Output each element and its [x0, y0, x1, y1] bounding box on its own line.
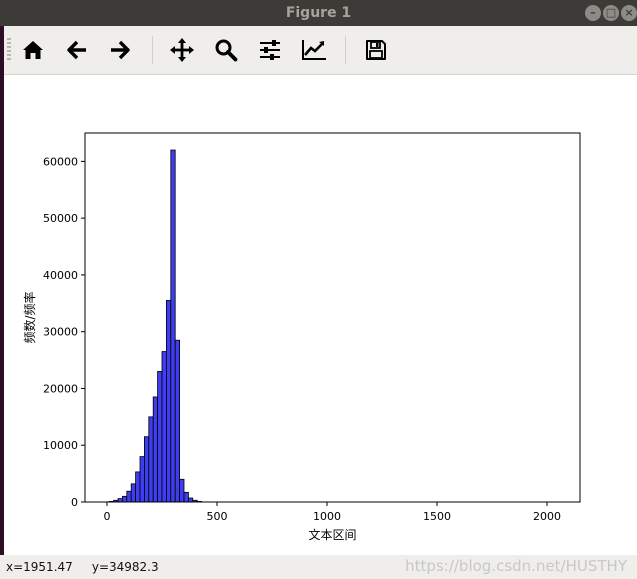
- line-chart-icon: [302, 40, 326, 60]
- x-axis-label: 文本区间: [308, 527, 356, 542]
- forward-button[interactable]: [105, 35, 135, 65]
- status-bar: x=1951.47 y=34982.3 https://blog.csdn.ne…: [0, 555, 637, 579]
- save-button[interactable]: [361, 35, 391, 65]
- histogram-bar: [122, 495, 128, 503]
- toolbar-separator: [152, 36, 153, 64]
- window-title: Figure 1: [285, 5, 352, 21]
- minimize-button[interactable]: –: [585, 5, 601, 21]
- histogram-bar: [139, 456, 145, 503]
- x-tick-label: 500: [207, 510, 228, 523]
- move-arrows-icon: [170, 38, 194, 62]
- x-tick-label: 0: [104, 510, 111, 523]
- figure-canvas[interactable]: 0 500 1000 1500 2000 0 10000 20000 30000 40000 500…: [4, 75, 637, 555]
- y-tick-label: 20000: [43, 382, 78, 395]
- edit-axis-button[interactable]: [299, 35, 329, 65]
- histogram-bar: [170, 149, 176, 503]
- sliders-icon: [260, 40, 280, 60]
- histogram-bar: [130, 483, 136, 503]
- y-tick-label: 0: [71, 496, 78, 509]
- histogram-bar: [165, 300, 172, 503]
- watermark-text: https://blog.csdn.net/HUSTHY: [405, 557, 627, 575]
- toolbar-separator: [345, 36, 346, 64]
- histogram-bar: [161, 351, 167, 503]
- back-button[interactable]: [62, 35, 92, 65]
- cursor-coordinates: x=1951.47 y=34982.3: [6, 560, 159, 574]
- home-button[interactable]: [18, 35, 48, 65]
- navigation-toolbar: [4, 26, 637, 75]
- histogram-bar: [179, 478, 185, 503]
- histogram-bar: [152, 396, 158, 503]
- histogram-bar: [187, 497, 194, 503]
- maximize-button[interactable]: □: [603, 5, 619, 21]
- arrow-left-icon: [67, 40, 86, 60]
- zoom-button[interactable]: [211, 35, 241, 65]
- floppy-disk-icon: [366, 40, 386, 60]
- histogram-chart[interactable]: 0 500 1000 1500 2000010000200003000040000500…: [4, 75, 637, 555]
- histogram-bar: [174, 339, 180, 503]
- histogram-bar: [183, 491, 189, 503]
- histogram-bar: [126, 490, 132, 503]
- close-button[interactable]: ×: [621, 5, 637, 21]
- x-tick-label: 2000: [533, 510, 561, 523]
- y-tick-label: 30000: [43, 326, 78, 339]
- toolbar-grip[interactable]: [7, 38, 11, 62]
- arrow-right-icon: [111, 40, 130, 60]
- y-axis-label: 频数/频率: [22, 291, 37, 343]
- x-tick-label: 1000: [313, 510, 341, 523]
- histogram-bar: [135, 471, 141, 503]
- y-tick-label: 50000: [43, 212, 78, 225]
- x-tick-label: 1500: [423, 510, 451, 523]
- home-icon: [23, 41, 43, 59]
- y-tick-label: 60000: [43, 155, 78, 168]
- y-tick-label: 40000: [43, 269, 78, 282]
- histogram-bar: [157, 371, 163, 503]
- y-tick-label: 10000: [43, 439, 78, 452]
- window-titlebar: Figure 1 – □ ×: [0, 0, 637, 26]
- histogram-bar: [143, 436, 150, 503]
- magnifier-icon: [215, 39, 238, 62]
- configure-subplots-button[interactable]: [255, 35, 285, 65]
- pan-button[interactable]: [167, 35, 197, 65]
- histogram-bar: [148, 416, 154, 503]
- histogram-bar: [117, 498, 123, 503]
